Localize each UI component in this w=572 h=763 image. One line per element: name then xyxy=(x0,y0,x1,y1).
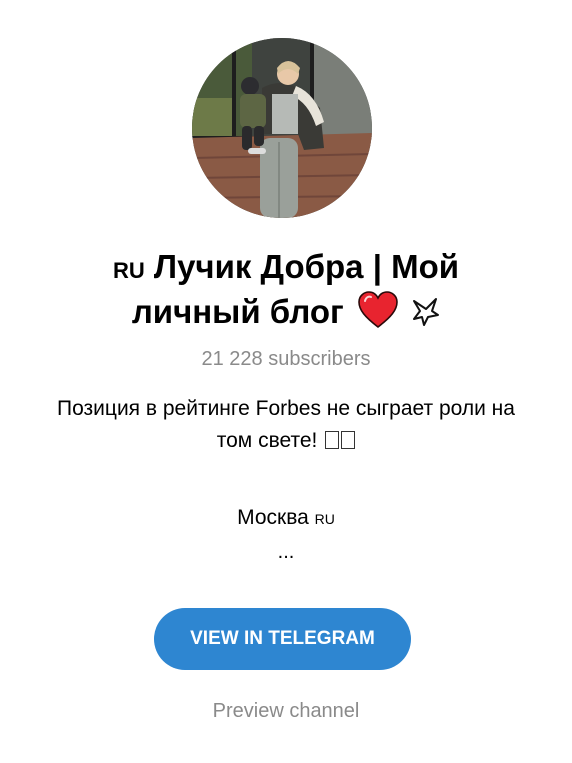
view-in-telegram-button[interactable]: VIEW IN TELEGRAM xyxy=(154,608,411,670)
preview-channel-link[interactable]: Preview channel xyxy=(0,699,572,723)
title-flag: RU xyxy=(112,258,145,283)
channel-location: Москва RU xyxy=(0,504,572,533)
channel-preview-page: RU Лучик Добра | Мой личный блог 21 228 … xyxy=(0,0,572,763)
channel-title: RU Лучик Добра | Мой личный блог xyxy=(40,247,532,338)
channel-description: Позиция в рейтинге Forbes не сыграет рол… xyxy=(10,393,562,457)
channel-avatar xyxy=(192,38,372,218)
title-line1: Лучик Добра | Мой xyxy=(153,248,460,285)
description-more[interactable]: ... xyxy=(0,542,572,562)
missing-glyph-icon xyxy=(325,431,340,449)
location-text: Москва xyxy=(237,506,309,529)
description-line1: Позиция в рейтинге Forbes не сыграет рол… xyxy=(57,397,515,420)
missing-glyph-icon xyxy=(341,431,356,449)
location-flag: RU xyxy=(314,511,335,527)
subscriber-count: 21 228 subscribers xyxy=(201,348,371,370)
description-text: том свете! xyxy=(216,429,318,452)
dove-icon xyxy=(410,295,440,338)
description-line2: том свете! xyxy=(10,425,562,457)
red-heart-icon xyxy=(357,291,399,338)
title-line2: личный блог xyxy=(131,293,344,330)
